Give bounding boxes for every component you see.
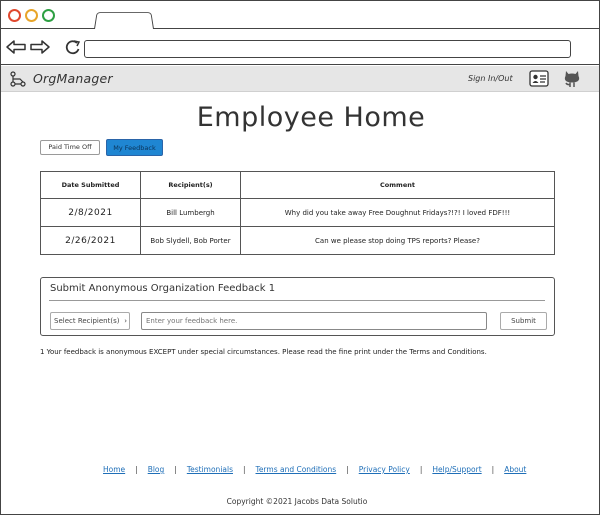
minimize-window-button[interactable]	[25, 9, 38, 22]
feedback-table: Date Submitted Recipient(s) Comment 2/8/…	[40, 171, 555, 255]
table-row: 2/26/2021 Bob Slydell, Bob Porter Can we…	[40, 226, 555, 255]
column-header-recipients: Recipient(s)	[140, 171, 241, 199]
column-header-comment: Comment	[240, 171, 555, 199]
cell-comment: Why did you take away Free Doughnut Frid…	[240, 198, 555, 227]
cell-comment: Can we please stop doing TPS reports? Pl…	[240, 226, 555, 255]
footer-link-about[interactable]: About	[504, 465, 526, 474]
footer-link-privacy[interactable]: Privacy Policy	[359, 465, 410, 474]
paid-time-off-button[interactable]: Paid Time Off	[40, 140, 100, 155]
browser-titlebar	[1, 1, 599, 29]
cell-recipients: Bill Lumbergh	[140, 198, 241, 227]
copyright: Copyright ©2021 Jacobs Data Solutio	[226, 497, 368, 506]
separator: |	[419, 465, 423, 474]
separator: |	[346, 465, 349, 474]
column-header-date: Date Submitted	[40, 171, 141, 199]
separator: |	[242, 465, 246, 474]
recipient-select-label: Select Recipient(s)	[54, 317, 120, 325]
app-brand[interactable]: OrgManager	[33, 71, 113, 86]
footnote: 1 Your feedback is anonymous EXCEPT unde…	[40, 348, 487, 356]
page-title: Employee Home	[196, 102, 426, 133]
chevron-right-icon: ›	[124, 317, 127, 325]
footer-link-blog[interactable]: Blog	[148, 465, 165, 474]
cell-recipients: Bob Slydell, Bob Porter	[140, 226, 241, 255]
arrow-left-icon[interactable]	[5, 38, 27, 56]
submit-panel-title: Submit Anonymous Organization Feedback 1	[50, 283, 276, 294]
separator: |	[135, 465, 138, 474]
app-header: OrgManager Sign In/Out	[1, 66, 599, 92]
submit-feedback-panel: Submit Anonymous Organization Feedback 1…	[40, 277, 555, 336]
reload-icon[interactable]	[63, 38, 85, 56]
browser-window: OrgManager Sign In/Out Employee Home Pai…	[0, 0, 600, 515]
cell-date: 2/8/2021	[40, 198, 141, 227]
maximize-window-button[interactable]	[42, 9, 55, 22]
url-bar[interactable]	[84, 40, 571, 58]
id-card-icon[interactable]	[529, 70, 549, 87]
footer-link-home[interactable]: Home	[103, 465, 125, 474]
footer-links: Home | Blog | Testimonials | Terms and C…	[103, 465, 526, 474]
recipient-select[interactable]: Select Recipient(s) ›	[50, 312, 130, 330]
table-header-row: Date Submitted Recipient(s) Comment	[40, 171, 555, 199]
sign-in-link[interactable]: Sign In/Out	[468, 74, 513, 83]
footer-link-help[interactable]: Help/Support	[432, 465, 481, 474]
separator: |	[491, 465, 495, 474]
separator: |	[174, 465, 177, 474]
cell-date: 2/26/2021	[40, 226, 141, 255]
browser-tab[interactable]	[94, 12, 154, 29]
footer-link-testimonials[interactable]: Testimonials	[187, 465, 233, 474]
octocat-icon[interactable]	[563, 69, 581, 88]
org-chart-icon	[10, 71, 26, 87]
feedback-input[interactable]	[141, 312, 487, 330]
browser-navbar	[1, 29, 599, 65]
panel-divider	[49, 300, 545, 301]
submit-button[interactable]: Submit	[500, 312, 547, 330]
close-window-button[interactable]	[8, 9, 21, 22]
my-feedback-button[interactable]: My Feedback	[106, 139, 163, 156]
footer-link-terms[interactable]: Terms and Conditions	[256, 465, 337, 474]
arrow-right-icon[interactable]	[29, 38, 51, 56]
table-row: 2/8/2021 Bill Lumbergh Why did you take …	[40, 198, 555, 227]
